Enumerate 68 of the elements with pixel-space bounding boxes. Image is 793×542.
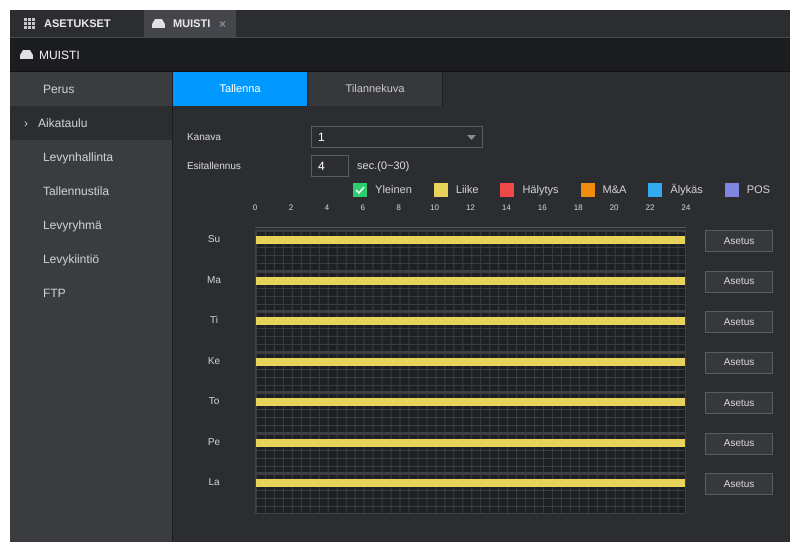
input-field[interactable]: 4 [311, 155, 349, 177]
sidebar-item-label: Perus [43, 82, 74, 96]
hour-label: 22 [646, 203, 654, 214]
hour-label: 12 [466, 203, 475, 214]
hour-label: 0 [252, 203, 258, 214]
sidebar-item[interactable]: Tallennustila [10, 174, 172, 208]
caret-icon [467, 134, 476, 140]
day-schedule-grid[interactable] [255, 432, 686, 473]
legend-label: Liike [456, 184, 478, 196]
checkbox[interactable] [353, 183, 368, 197]
unit-label: sec.(0~30) [357, 160, 410, 172]
field-label: Esitallennus [187, 160, 242, 172]
sidebar-item-label: Levynhallinta [43, 150, 114, 164]
day-label: Pe [206, 436, 222, 450]
sidebar-item-label: Aikataulu [38, 116, 88, 130]
chevron-icon: › [24, 116, 28, 130]
settings-button[interactable]: Asetus [705, 432, 773, 454]
hour-label: 4 [324, 203, 330, 214]
day-label: To [208, 395, 220, 409]
disk-drive-icon [152, 19, 165, 28]
day-label: Ke [206, 354, 222, 368]
settings-button[interactable]: Asetus [705, 392, 773, 414]
sidebar-item-label: Levyryhmä [43, 218, 102, 232]
hour-label: 6 [360, 203, 365, 214]
hour-label: 20 [610, 203, 619, 214]
field-label: Kanava [187, 132, 222, 142]
hour-label: 14 [502, 203, 511, 214]
day-schedule-grid[interactable] [255, 230, 686, 270]
sidebar-item-label: Tallennustila [43, 184, 110, 198]
settings-button[interactable]: Asetus [705, 270, 773, 292]
hour-label: 18 [574, 203, 583, 214]
sidebar-item[interactable]: Levykiintiö [10, 242, 172, 276]
hour-label: 8 [396, 203, 401, 214]
hour-label: 10 [430, 203, 439, 214]
sidebar-item[interactable]: Perus [10, 72, 172, 106]
day-label: Su [206, 233, 222, 247]
top-tab[interactable]: MUISTI × [144, 10, 236, 37]
legend-label: POS [746, 184, 770, 196]
sidebar-item-label: FTP [43, 286, 66, 300]
day-schedule-grid[interactable] [255, 392, 686, 432]
day-label: Ma [206, 274, 222, 288]
tab[interactable]: Tilannekuva [308, 72, 443, 106]
hour-label: 24 [681, 203, 690, 214]
sidebar-item[interactable]: Levyryhmä [10, 208, 172, 242]
hour-label: 2 [288, 203, 294, 214]
settings-button[interactable]: Asetus [705, 473, 773, 495]
settings-button[interactable]: Asetus [705, 230, 773, 252]
day-schedule-grid[interactable] [255, 352, 686, 392]
grid-icon [24, 18, 36, 30]
day-schedule-grid[interactable] [255, 270, 686, 311]
hour-label: 16 [538, 203, 547, 214]
legend-label: Älykäs [670, 184, 703, 196]
legend-label: M&A [602, 184, 626, 196]
day-schedule-grid[interactable] [255, 473, 686, 514]
page-title: MUISTI [39, 48, 80, 62]
sidebar-item[interactable]: Levynhallinta [10, 140, 172, 174]
disk-drive-icon [20, 50, 33, 59]
settings-button[interactable]: Asetus [705, 352, 773, 374]
day-label: Ti [209, 314, 219, 328]
channel-dropdown[interactable]: 1 [311, 126, 483, 148]
legend-label: Hälytys [522, 184, 559, 196]
sidebar-item[interactable]: FTP [10, 276, 172, 310]
legend-label: Yleinen [375, 184, 412, 196]
sidebar-item[interactable]: › Aikataulu [10, 106, 172, 140]
settings-button[interactable]: Asetus [705, 311, 773, 333]
day-label: La [207, 476, 221, 490]
day-schedule-grid[interactable] [255, 311, 686, 352]
sidebar-item-label: Levykiintiö [43, 252, 100, 266]
